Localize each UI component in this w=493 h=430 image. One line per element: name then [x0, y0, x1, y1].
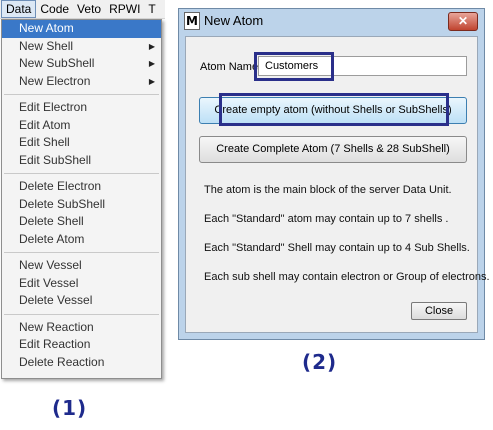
menu-item-new-atom[interactable]: New Atom	[2, 20, 161, 38]
menu-item-delete-subshell[interactable]: Delete SubShell	[2, 196, 161, 214]
menu-item-label: Delete Vessel	[19, 293, 93, 307]
create-complete-atom-button[interactable]: Create Complete Atom (7 Shells & 28 SubS…	[199, 136, 467, 163]
atom-name-label: Atom Name:	[200, 61, 262, 73]
data-dropdown-menu: New Atom New Shell ▶ New SubShell ▶ New Elect…	[1, 19, 162, 379]
info-text-2: Each "Standard" atom may contain up to 7…	[204, 213, 449, 225]
menu-item-label: New Vessel	[19, 258, 82, 272]
menu-item-delete-electron[interactable]: Delete Electron	[2, 178, 161, 196]
menu-item-label: Delete Shell	[19, 214, 84, 228]
menu-separator	[4, 94, 159, 95]
menu-rpwi[interactable]: RPWI	[105, 0, 144, 18]
menu-item-label: Delete SubShell	[19, 196, 106, 211]
menu-item-delete-atom[interactable]: Delete Atom	[2, 231, 161, 249]
submenu-arrow-icon: ▶	[148, 59, 155, 68]
dialog-body: Atom Name: Customers Create empty atom (…	[185, 36, 490, 333]
menu-item-new-subshell[interactable]: New SubShell ▶	[2, 55, 161, 73]
submenu-arrow-icon: ▶	[148, 76, 155, 86]
menu-item-label: Edit Atom	[19, 117, 71, 132]
menu-item-new-shell[interactable]: New Shell ▶	[2, 38, 161, 56]
menu-item-label: Edit Vessel	[19, 275, 79, 290]
close-icon[interactable]: ✕	[448, 12, 478, 31]
menu-item-label: New Electron	[19, 73, 91, 88]
menu-data[interactable]: Data	[1, 0, 37, 18]
submenu-arrow-icon: ▶	[148, 41, 155, 51]
menu-item-label: New Shell	[19, 38, 74, 53]
menu-item-edit-electron[interactable]: Edit Electron	[2, 99, 161, 117]
menu-item-label: New Atom	[19, 21, 74, 35]
menu-separator	[4, 313, 159, 315]
dialog-annotation-label: (2)	[302, 350, 338, 374]
menu-item-label: Delete Reaction	[19, 354, 105, 369]
menu-item-new-electron[interactable]: New Electron ▶	[2, 73, 161, 91]
menu-item-edit-shell[interactable]: Edit Shell	[2, 134, 161, 152]
menu-item-edit-vessel[interactable]: Edit Vessel	[2, 275, 161, 293]
new-atom-dialog: M New Atom ✕ Atom Name: Customers Create…	[178, 8, 490, 340]
menu-separator	[4, 252, 159, 253]
close-button[interactable]: Close	[411, 302, 467, 320]
menu-truncated[interactable]: T	[144, 0, 159, 18]
menu-separator	[4, 173, 159, 174]
menu-code[interactable]: Code	[36, 0, 73, 18]
menu-item-new-vessel[interactable]: New Vessel	[2, 257, 161, 275]
menu-item-edit-reaction[interactable]: Edit Reaction	[2, 336, 161, 354]
app-icon: M	[184, 12, 200, 30]
menu-item-label: Delete Electron	[19, 179, 102, 193]
menu-item-label: Edit Electron	[19, 100, 88, 114]
create-empty-annotation-box	[219, 93, 449, 126]
menu-item-delete-reaction[interactable]: Delete Reaction	[2, 354, 161, 372]
menu-item-label: New SubShell	[19, 56, 95, 70]
info-text-4: Each sub shell may contain electron or G…	[204, 271, 490, 283]
atom-name-annotation-box	[254, 52, 334, 81]
menu-item-new-reaction[interactable]: New Reaction	[2, 319, 161, 337]
info-text-1: The atom is the main block of the server…	[204, 184, 452, 196]
menu-item-edit-subshell[interactable]: Edit SubShell	[2, 152, 161, 170]
menu-item-label: Edit SubShell	[19, 152, 92, 167]
menu-veto[interactable]: Veto	[73, 0, 105, 18]
menu-bar: Data Code Veto RPWI T	[0, 0, 165, 19]
menu-item-label: Edit Reaction	[19, 337, 91, 351]
menu-annotation-label: (1)	[52, 396, 88, 420]
menu-item-label: Edit Shell	[19, 135, 70, 149]
menu-item-label: Delete Atom	[19, 231, 85, 246]
info-text-3: Each "Standard" Shell may contain up to …	[204, 242, 470, 254]
menu-item-label: New Reaction	[19, 319, 94, 334]
menu-item-edit-atom[interactable]: Edit Atom	[2, 117, 161, 135]
menu-item-delete-shell[interactable]: Delete Shell	[2, 213, 161, 231]
menu-item-delete-vessel[interactable]: Delete Vessel	[2, 292, 161, 310]
dialog-titlebar[interactable]: M New Atom ✕	[179, 9, 484, 33]
dialog-title: New Atom	[204, 13, 264, 28]
